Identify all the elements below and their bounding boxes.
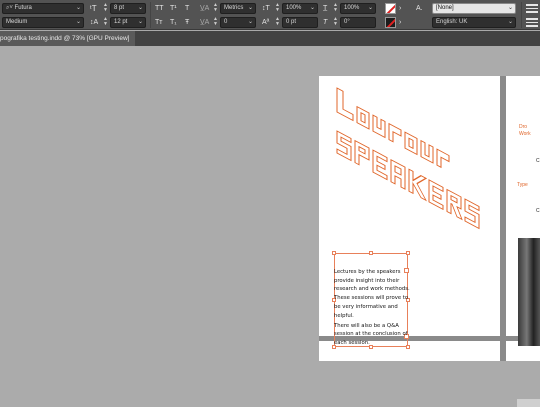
font-size-icon: ᵗT (90, 4, 97, 13)
right-page-grey-block (517, 399, 540, 407)
font-size-value: 8 pt (114, 5, 125, 11)
small-caps-button[interactable]: Tт (155, 17, 162, 28)
stroke-swatch[interactable] (385, 17, 396, 28)
chevron-down-icon: ⌄ (507, 19, 513, 25)
separator (150, 2, 151, 28)
language-value: English: UK (436, 19, 468, 25)
chevron-down-icon: ⌄ (247, 19, 253, 25)
horizontal-scale-value: 100% (344, 5, 360, 11)
chevron-down-icon: ⌄ (367, 5, 373, 11)
font-style-field[interactable]: Medium ⌄ (2, 17, 84, 28)
search-icon: ⌕˅ (6, 5, 15, 11)
horizontal-scale-field[interactable]: 100% ⌄ (340, 3, 376, 14)
kerning-field[interactable]: Metrics ⌄ (220, 3, 256, 14)
frame-handle-tc[interactable] (369, 251, 373, 255)
tracking-stepper[interactable]: ▲ ▼ (213, 17, 218, 28)
chevron-down-icon: ⌄ (75, 19, 81, 25)
chevron-down-icon: ⌄ (137, 5, 143, 11)
right-page-heading-2: Type (517, 182, 528, 188)
tracking-value: 0 (224, 19, 228, 25)
horizontal-scale-stepper[interactable]: ▲ ▼ (333, 3, 338, 14)
tracking-field[interactable]: 0 ⌄ (220, 17, 256, 28)
tracking-icon: V̲A (200, 19, 210, 26)
indesign-window: ⌕˅ Futura ⌄ ᵗT ▲ ▼ 8 pt ⌄ TT T¹ T V̲A ▲ ▼ … (0, 0, 540, 407)
speaker-photo[interactable] (518, 238, 540, 346)
control-panel: ⌕˅ Futura ⌄ ᵗT ▲ ▼ 8 pt ⌄ TT T¹ T V̲A ▲ ▼ … (0, 0, 540, 30)
leading-stepper[interactable]: ▲ ▼ (103, 17, 108, 28)
chevron-right-icon[interactable]: › (399, 17, 401, 28)
fill-swatch[interactable] (385, 3, 396, 14)
right-page-text-fragment-2: C (536, 208, 540, 214)
leading-field[interactable]: 12 pt ⌄ (110, 17, 146, 28)
body-text-frame[interactable]: Lectures by the speakers provide insight… (334, 268, 410, 349)
superscript-button[interactable]: T¹ (170, 3, 177, 14)
document-tab-bar: pografika testing.indd @ 73% [GPU Previe… (0, 31, 540, 46)
character-style-icon: A. (416, 5, 423, 12)
panel-menu-icon[interactable] (526, 4, 538, 13)
right-page-heading: Dro (519, 124, 528, 130)
kerning-icon: V̲A (200, 5, 210, 12)
chevron-down-icon: ⌄ (247, 5, 253, 11)
strikethrough-button[interactable]: Ŧ (185, 17, 189, 28)
right-page-text-fragment: C (536, 158, 540, 164)
font-size-field[interactable]: 8 pt ⌄ (110, 3, 146, 14)
baseline-shift-stepper[interactable]: ▲ ▼ (275, 17, 280, 28)
baseline-shift-value: 0 pt (286, 19, 297, 25)
skew-field[interactable]: 0° (340, 17, 376, 28)
vertical-scale-field[interactable]: 100% ⌄ (282, 3, 318, 14)
vertical-scale-icon: ↕T (262, 5, 270, 12)
leading-icon: ↕A (90, 19, 99, 26)
right-page-subheading: Work (519, 131, 531, 137)
character-style-value: [None] (436, 5, 454, 11)
horizontal-scale-icon: T̲ (323, 5, 328, 12)
language-field[interactable]: English: UK ⌄ (432, 17, 516, 28)
chevron-down-icon: ⌄ (507, 5, 513, 11)
baseline-shift-field[interactable]: 0 pt (282, 17, 318, 28)
font-family-value: Futura (14, 5, 32, 11)
skew-icon: T (323, 19, 328, 26)
frame-handle-tl[interactable] (332, 251, 336, 255)
document-tab[interactable]: pografika testing.indd @ 73% [GPU Previe… (0, 31, 136, 46)
underline-button[interactable]: T (185, 3, 189, 14)
font-size-stepper[interactable]: ▲ ▼ (103, 3, 108, 14)
kerning-stepper[interactable]: ▲ ▼ (213, 3, 218, 14)
skew-stepper[interactable]: ▲ ▼ (333, 17, 338, 28)
leading-value: 12 pt (114, 19, 128, 25)
frame-handle-tr[interactable] (406, 251, 410, 255)
font-family-field[interactable]: ⌕˅ Futura ⌄ (2, 3, 84, 14)
vertical-scale-stepper[interactable]: ▲ ▼ (275, 3, 280, 14)
body-paragraph-2: There will also be a Q&A session at the … (334, 322, 408, 347)
subscript-button[interactable]: T₁ (170, 17, 177, 28)
body-paragraph-1: Lectures by the speakers provide insight… (334, 269, 410, 319)
skew-value: 0° (344, 19, 350, 25)
speakers-headline-graphic (336, 87, 480, 230)
separator (521, 2, 522, 28)
chevron-down-icon: ⌄ (75, 5, 81, 11)
vertical-scale-value: 100% (286, 5, 302, 11)
font-style-value: Medium (6, 19, 28, 25)
all-caps-button[interactable]: TT (155, 3, 164, 14)
chevron-right-icon[interactable]: › (399, 3, 401, 14)
baseline-shift-icon: Aª (262, 19, 270, 26)
character-style-field[interactable]: [None] ⌄ (432, 3, 516, 14)
chevron-down-icon: ⌄ (309, 5, 315, 11)
chevron-down-icon: ⌄ (137, 19, 143, 25)
kerning-value: Metrics (224, 5, 244, 11)
spread-gutter-vertical (500, 76, 506, 361)
align-menu-icon[interactable] (526, 18, 538, 27)
